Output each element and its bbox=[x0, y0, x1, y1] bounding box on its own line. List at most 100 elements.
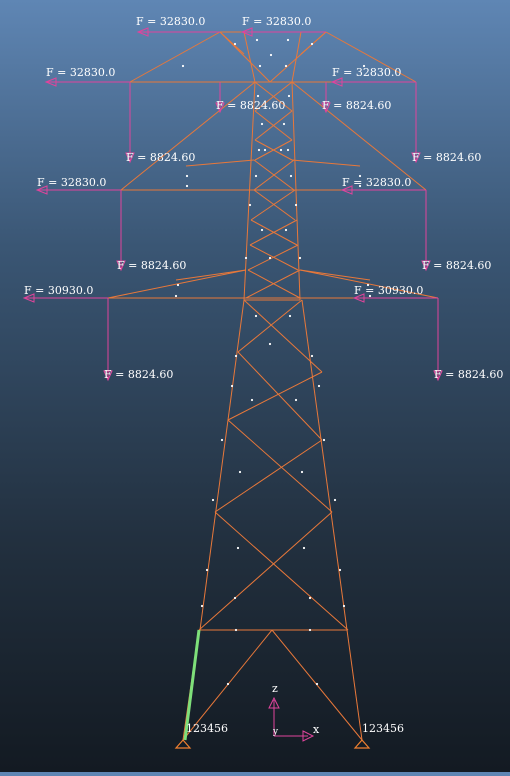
load-arrow: F = 32830.0 bbox=[44, 66, 130, 87]
tower-model[interactable]: F = 32830.0 F = 32830.0 F = 32830.0 F = 328… bbox=[0, 0, 510, 772]
load-label: F = 8824.60 bbox=[322, 99, 391, 112]
tower-member[interactable] bbox=[300, 31, 327, 55]
tower-member[interactable] bbox=[219, 31, 245, 55]
axis-triad: z y x bbox=[268, 682, 320, 742]
tower-member[interactable] bbox=[291, 31, 302, 83]
tower-member[interactable] bbox=[299, 269, 371, 281]
fixed-support: 123456 bbox=[353, 722, 404, 749]
support-triangle-icon bbox=[353, 739, 371, 749]
x-axis-label: x bbox=[313, 723, 320, 736]
tower-member[interactable] bbox=[198, 511, 333, 631]
tower-member[interactable] bbox=[175, 269, 247, 281]
node bbox=[174, 294, 178, 298]
load-arrow: F = 8824.60 bbox=[125, 82, 195, 164]
node bbox=[234, 628, 238, 632]
node bbox=[263, 148, 267, 152]
node bbox=[286, 38, 290, 42]
node bbox=[279, 148, 283, 152]
node bbox=[308, 628, 312, 632]
load-label: F = 8824.60 bbox=[104, 368, 173, 381]
load-arrow: F = 8824.60 bbox=[321, 82, 391, 114]
node bbox=[250, 398, 254, 402]
node bbox=[286, 148, 290, 152]
node bbox=[220, 438, 224, 442]
node bbox=[254, 314, 258, 318]
node bbox=[287, 94, 291, 98]
node bbox=[255, 38, 259, 42]
tower-member[interactable] bbox=[214, 439, 323, 513]
tower-member[interactable] bbox=[227, 371, 323, 421]
node bbox=[233, 596, 237, 600]
node bbox=[310, 42, 314, 46]
load-label: F = 8824.60 bbox=[216, 99, 285, 112]
load-arrow: F = 32830.0 bbox=[340, 176, 426, 195]
y-axis-label: y bbox=[272, 727, 279, 737]
tower-member[interactable] bbox=[243, 299, 323, 373]
node bbox=[294, 398, 298, 402]
load-arrow: F = 8824.60 bbox=[421, 190, 491, 272]
node bbox=[181, 64, 185, 68]
node bbox=[248, 203, 252, 207]
load-label: F = 32830.0 bbox=[46, 66, 115, 79]
load-label: F = 8824.60 bbox=[422, 259, 491, 272]
tower-member[interactable] bbox=[291, 159, 361, 167]
tower-member[interactable] bbox=[346, 629, 363, 741]
load-label: F = 8824.60 bbox=[117, 259, 186, 272]
node bbox=[257, 148, 261, 152]
load-label: F = 32830.0 bbox=[37, 176, 106, 189]
node bbox=[200, 604, 204, 608]
support-label: 123456 bbox=[186, 722, 228, 735]
load-label: F = 32830.0 bbox=[136, 15, 205, 28]
node bbox=[284, 228, 288, 232]
supports: 123456 123456 bbox=[174, 722, 404, 749]
tower-members[interactable] bbox=[107, 31, 439, 741]
node bbox=[238, 470, 242, 474]
load-arrows: F = 32830.0 F = 32830.0 F = 32830.0 F = 328… bbox=[22, 15, 503, 382]
load-label: F = 8824.60 bbox=[126, 151, 195, 164]
load-arrow: F = 32830.0 bbox=[240, 15, 326, 37]
load-label: F = 8824.60 bbox=[434, 368, 503, 381]
node bbox=[317, 384, 321, 388]
tower-member[interactable] bbox=[107, 269, 247, 299]
node bbox=[256, 94, 260, 98]
support-triangle-icon bbox=[174, 739, 192, 749]
node bbox=[260, 122, 264, 126]
tower-member[interactable] bbox=[185, 159, 255, 167]
node bbox=[282, 122, 286, 126]
load-label: F = 30930.0 bbox=[24, 284, 93, 297]
model-viewport[interactable]: F = 32830.0 F = 32830.0 F = 32830.0 F = 328… bbox=[0, 0, 510, 772]
node bbox=[211, 498, 215, 502]
tower-member[interactable] bbox=[129, 31, 221, 83]
tower-member[interactable] bbox=[199, 299, 245, 631]
node bbox=[308, 596, 312, 600]
load-arrow: F = 32830.0 bbox=[330, 66, 416, 87]
node bbox=[268, 342, 272, 346]
load-arrow: F = 32830.0 bbox=[136, 15, 220, 37]
node bbox=[333, 498, 337, 502]
node bbox=[226, 682, 230, 686]
node bbox=[298, 256, 302, 260]
node bbox=[258, 64, 262, 68]
node bbox=[269, 53, 273, 57]
load-arrow: F = 30930.0 bbox=[22, 284, 108, 303]
load-arrow: F = 8824.60 bbox=[103, 298, 173, 382]
node bbox=[185, 184, 189, 188]
node bbox=[233, 42, 237, 46]
node bbox=[300, 470, 304, 474]
node bbox=[338, 568, 342, 572]
node bbox=[254, 174, 258, 178]
load-arrow: F = 8824.60 bbox=[433, 298, 503, 382]
tower-member[interactable] bbox=[301, 299, 348, 631]
node bbox=[230, 384, 234, 388]
support-label: 123456 bbox=[362, 722, 404, 735]
load-arrow: F = 8824.60 bbox=[411, 82, 481, 164]
node bbox=[205, 568, 209, 572]
tower-member[interactable] bbox=[237, 351, 323, 441]
load-arrow: F = 8824.60 bbox=[116, 190, 186, 272]
load-label: F = 8824.60 bbox=[412, 151, 481, 164]
load-label: F = 30930.0 bbox=[354, 284, 423, 297]
node bbox=[302, 546, 306, 550]
node bbox=[236, 546, 240, 550]
tower-member[interactable] bbox=[214, 511, 349, 631]
node bbox=[310, 354, 314, 358]
